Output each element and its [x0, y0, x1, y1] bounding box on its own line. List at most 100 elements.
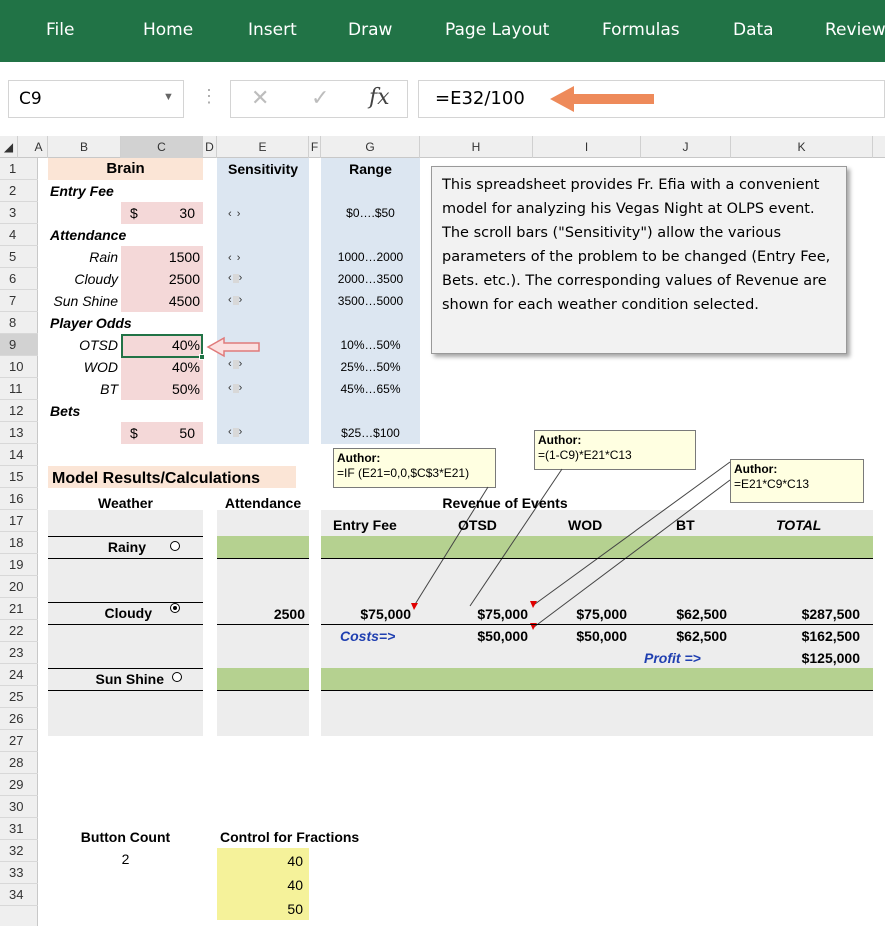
column-header[interactable]: B [48, 136, 121, 158]
column-header[interactable]: F [309, 136, 321, 158]
description-textbox[interactable]: This spreadsheet provides Fr. Efia with … [431, 166, 847, 354]
pointer-arrow-icon [206, 336, 260, 358]
comment-box[interactable]: Author: =IF (E21=0,0,$C$3*E21) [333, 448, 496, 488]
formula-text: =E32/100 [435, 88, 525, 109]
sunshine-scrollbar[interactable]: ‹ › [228, 294, 262, 308]
sunshine-radio[interactable] [172, 672, 182, 682]
chevron-down-icon[interactable]: ▼ [163, 91, 174, 103]
select-all-corner[interactable]: ◢ [0, 136, 18, 158]
fractions-label: Control for Fractions [220, 829, 360, 845]
wod-scrollbar[interactable]: ‹ › [228, 358, 262, 372]
row-header[interactable]: 26 [0, 708, 38, 730]
tab-review[interactable]: Review [825, 20, 885, 40]
bt-value[interactable]: 50% [130, 378, 200, 400]
row-header[interactable]: 9 [0, 334, 38, 356]
row-header[interactable]: 8 [0, 312, 38, 334]
row-header[interactable]: 7 [0, 290, 38, 312]
tab-home[interactable]: Home [143, 20, 193, 40]
column-header[interactable]: G [321, 136, 420, 158]
row-header[interactable]: 2 [0, 180, 38, 202]
comment-author: Author: [337, 451, 381, 465]
row-header[interactable]: 12 [0, 400, 38, 422]
row-header[interactable]: 28 [0, 752, 38, 774]
fraction-value[interactable]: 50 [217, 898, 303, 920]
tab-formulas[interactable]: Formulas [602, 20, 680, 40]
fraction-value[interactable]: 40 [217, 850, 303, 872]
row-header[interactable]: 16 [0, 488, 38, 510]
fill-handle[interactable] [199, 354, 205, 360]
cancel-icon[interactable]: ✕ [251, 85, 269, 111]
insert-function-icon[interactable]: fx [369, 85, 390, 110]
row-header[interactable]: 34 [0, 884, 38, 906]
rain-scrollbar[interactable]: ‹ › [228, 252, 262, 266]
sunshine-value[interactable]: 4500 [130, 290, 200, 312]
row-header[interactable]: 31 [0, 818, 38, 840]
row-header[interactable]: 33 [0, 862, 38, 884]
comment-box[interactable]: Author: =E21*C9*C13 [730, 459, 864, 503]
row-header[interactable]: 30 [0, 796, 38, 818]
row-header[interactable]: 13 [0, 422, 38, 444]
bets-scrollbar[interactable]: ‹ › [228, 426, 262, 440]
bets-label: Bets [50, 403, 81, 419]
row-header[interactable]: 6 [0, 268, 38, 290]
row-header[interactable]: 10 [0, 356, 38, 378]
row-header[interactable]: 22 [0, 620, 38, 642]
row-header[interactable]: 14 [0, 444, 38, 466]
bets-value[interactable]: 50 [150, 422, 195, 444]
row-header[interactable]: 1 [0, 158, 38, 180]
otsd-header: OTSD [458, 517, 497, 533]
rainy-label: Rainy [107, 539, 146, 555]
tab-draw[interactable]: Draw [348, 20, 392, 40]
row-header[interactable]: 24 [0, 664, 38, 686]
column-header[interactable]: I [533, 136, 641, 158]
row-header[interactable]: 23 [0, 642, 38, 664]
rain-value[interactable]: 1500 [130, 246, 200, 268]
cloudy-label: Cloudy [74, 271, 118, 287]
column-header[interactable]: H [420, 136, 533, 158]
row-header[interactable]: 21 [0, 598, 38, 620]
costs-label: Costs=> [340, 628, 396, 644]
column-header[interactable]: J [641, 136, 731, 158]
tab-page-layout[interactable]: Page Layout [445, 20, 549, 40]
name-box[interactable]: C9 ▼ [8, 80, 184, 118]
row-header[interactable]: 20 [0, 576, 38, 598]
entry-fee-scrollbar[interactable]: ‹ › [228, 208, 262, 222]
row-header[interactable]: 29 [0, 774, 38, 796]
column-header[interactable]: C [121, 136, 203, 158]
column-header[interactable]: A [18, 136, 48, 158]
button-count-label: Button Count [80, 829, 171, 845]
comment-text: =(1-C9)*E21*C13 [538, 448, 632, 462]
enter-icon[interactable]: ✓ [311, 85, 329, 111]
column-header[interactable]: K [731, 136, 873, 158]
bt-scrollbar[interactable]: ‹ › [228, 382, 262, 396]
otsd-range: 10%…50% [340, 338, 401, 352]
row-header[interactable]: 11 [0, 378, 38, 400]
row-header[interactable]: 4 [0, 224, 38, 246]
row-header[interactable]: 18 [0, 532, 38, 554]
row-header[interactable]: 17 [0, 510, 38, 532]
row-header[interactable]: 3 [0, 202, 38, 224]
tab-insert[interactable]: Insert [248, 20, 297, 40]
cloudy-radio[interactable] [170, 603, 180, 613]
row-header[interactable]: 32 [0, 840, 38, 862]
selected-cell[interactable] [121, 334, 203, 358]
row-header[interactable]: 25 [0, 686, 38, 708]
rain-range: 1000…2000 [337, 250, 404, 264]
column-header[interactable]: E [217, 136, 309, 158]
column-header[interactable]: D [203, 136, 217, 158]
column-headers: ◢ A B C D E F G H I J K [0, 136, 885, 158]
tab-data[interactable]: Data [733, 20, 774, 40]
comment-box[interactable]: Author: =(1-C9)*E21*C13 [534, 430, 696, 470]
wod-value[interactable]: 40% [130, 356, 200, 378]
row-header[interactable]: 27 [0, 730, 38, 752]
cloudy-value[interactable]: 2500 [130, 268, 200, 290]
tab-file[interactable]: File [46, 20, 74, 40]
row-header[interactable]: 15 [0, 466, 38, 488]
fraction-value[interactable]: 40 [217, 874, 303, 896]
row-header[interactable]: 5 [0, 246, 38, 268]
cloudy-scrollbar[interactable]: ‹ › [228, 272, 262, 286]
row-header[interactable]: 19 [0, 554, 38, 576]
rainy-radio[interactable] [170, 541, 180, 551]
otsd-label: OTSD [79, 337, 118, 353]
entry-fee-value[interactable]: 30 [150, 202, 195, 224]
